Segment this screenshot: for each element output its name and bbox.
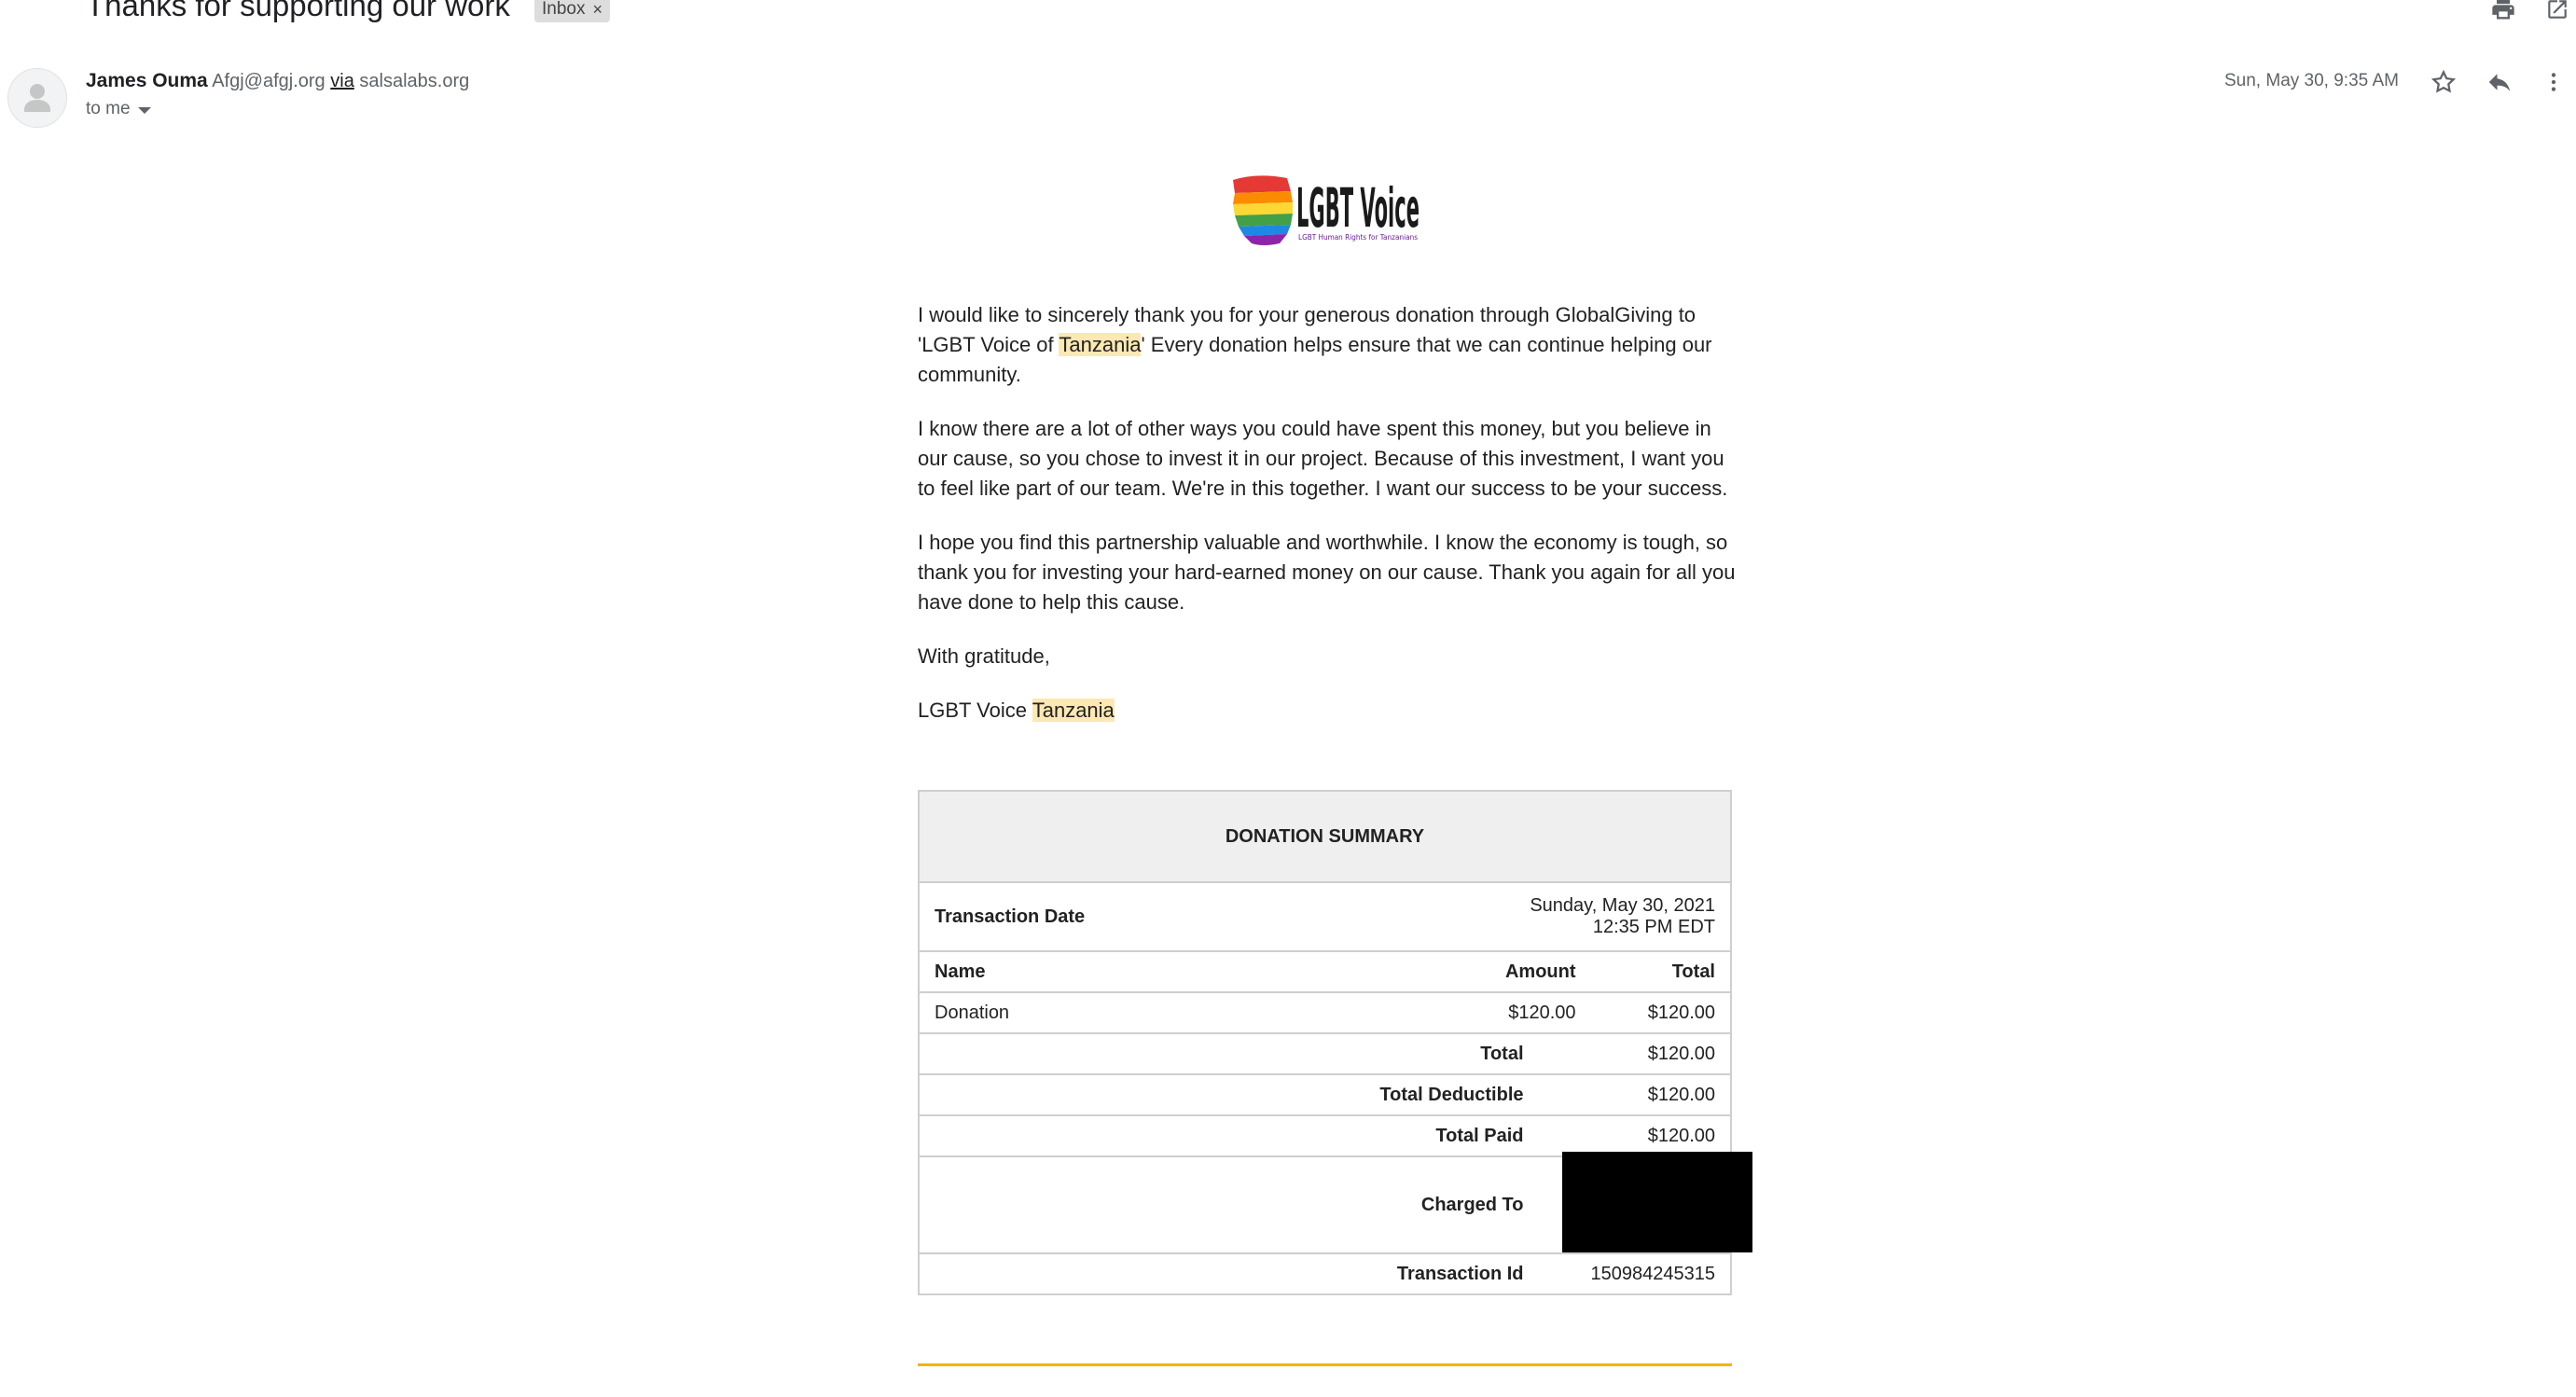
svg-text:LGBT Human Rights for Tanzania: LGBT Human Rights for Tanzanians (1298, 233, 1418, 242)
table-row: Transaction Id 150984245315 (919, 1252, 1731, 1294)
transaction-id-label: Transaction Id (919, 1252, 1591, 1294)
email-date: Sun, May 30, 9:35 AM (2224, 71, 2399, 90)
item-name: Donation (919, 991, 1489, 1033)
total-paid-value: $120.00 (1590, 1114, 1731, 1156)
total-paid-label: Total Paid (919, 1114, 1591, 1156)
table-row: Total Paid $120.00 (919, 1114, 1731, 1156)
total-value: $120.00 (1590, 1032, 1731, 1074)
sender-name[interactable]: James Ouma (86, 70, 208, 91)
col-name: Name (919, 950, 1489, 992)
charged-to-label: Charged To (919, 1155, 1591, 1253)
lgbt-voice-logo: LGBT Voice LGBT Human Rights for Tanzani… (1229, 173, 1425, 247)
redaction-block (1562, 1152, 1752, 1252)
col-amount: Amount (1488, 950, 1591, 992)
column-header-row: Name Amount Total (919, 950, 1731, 992)
open-in-new-icon[interactable] (2539, 0, 2576, 28)
item-total: $120.00 (1590, 991, 1731, 1033)
recipient-text: to me (86, 99, 131, 118)
summary-title: DONATION SUMMARY (919, 791, 1731, 882)
chevron-down-icon (137, 107, 151, 114)
divider (918, 1363, 1732, 1366)
total-deductible-value: $120.00 (1590, 1073, 1731, 1115)
transaction-date-label: Transaction Date (919, 881, 1489, 951)
email-subject: Thanks for supporting our work (86, 0, 510, 22)
closing-line: With gratitude, (918, 644, 1050, 668)
print-icon[interactable] (2485, 0, 2522, 28)
table-row: Donation $120.00 $120.00 (919, 991, 1731, 1033)
body-paragraph-2: I know there are a lot of other ways you… (918, 417, 1728, 500)
remove-label-icon[interactable]: × (592, 0, 602, 22)
total-deductible-label: Total Deductible (919, 1073, 1591, 1115)
more-vert-icon[interactable] (2535, 63, 2572, 101)
sender-avatar[interactable] (7, 68, 67, 128)
transaction-id-value: 150984245315 (1590, 1252, 1731, 1294)
star-icon[interactable] (2425, 63, 2462, 101)
inbox-label-chip[interactable]: Inbox × (534, 0, 610, 22)
col-total: Total (1590, 950, 1731, 992)
recipient-details-toggle[interactable]: to me (86, 99, 151, 119)
table-header-row: DONATION SUMMARY (919, 791, 1731, 882)
via-domain: salsalabs.org (359, 71, 470, 91)
table-row: Total Deductible $120.00 (919, 1073, 1731, 1115)
signature: LGBT Voice Tanzania (918, 698, 1115, 722)
table-row: Transaction Date Sunday, May 30, 2021 12… (919, 881, 1731, 951)
sender-email: Afgj@afgj.org (212, 71, 325, 91)
item-amount: $120.00 (1488, 991, 1591, 1033)
via-link[interactable]: via (330, 71, 354, 91)
svg-text:LGBT Voice: LGBT Voice (1296, 176, 1420, 240)
inbox-label-text: Inbox (542, 0, 586, 19)
body-paragraph-3: I hope you find this partnership valuabl… (918, 531, 1736, 614)
body-paragraph-1: I would like to sincerely thank you for … (918, 303, 1712, 386)
search-highlight: Tanzania (1032, 698, 1115, 722)
transaction-date-value: Sunday, May 30, 2021 12:35 PM EDT (1488, 881, 1731, 951)
total-label: Total (919, 1032, 1591, 1074)
reply-icon[interactable] (2481, 63, 2518, 101)
sender-line: James Ouma Afgj@afgj.org via salsalabs.o… (86, 70, 469, 92)
table-row: Total $120.00 (919, 1032, 1731, 1074)
email-body: I would like to sincerely thank you for … (918, 300, 1738, 750)
search-highlight: Tanzania (1059, 333, 1142, 356)
